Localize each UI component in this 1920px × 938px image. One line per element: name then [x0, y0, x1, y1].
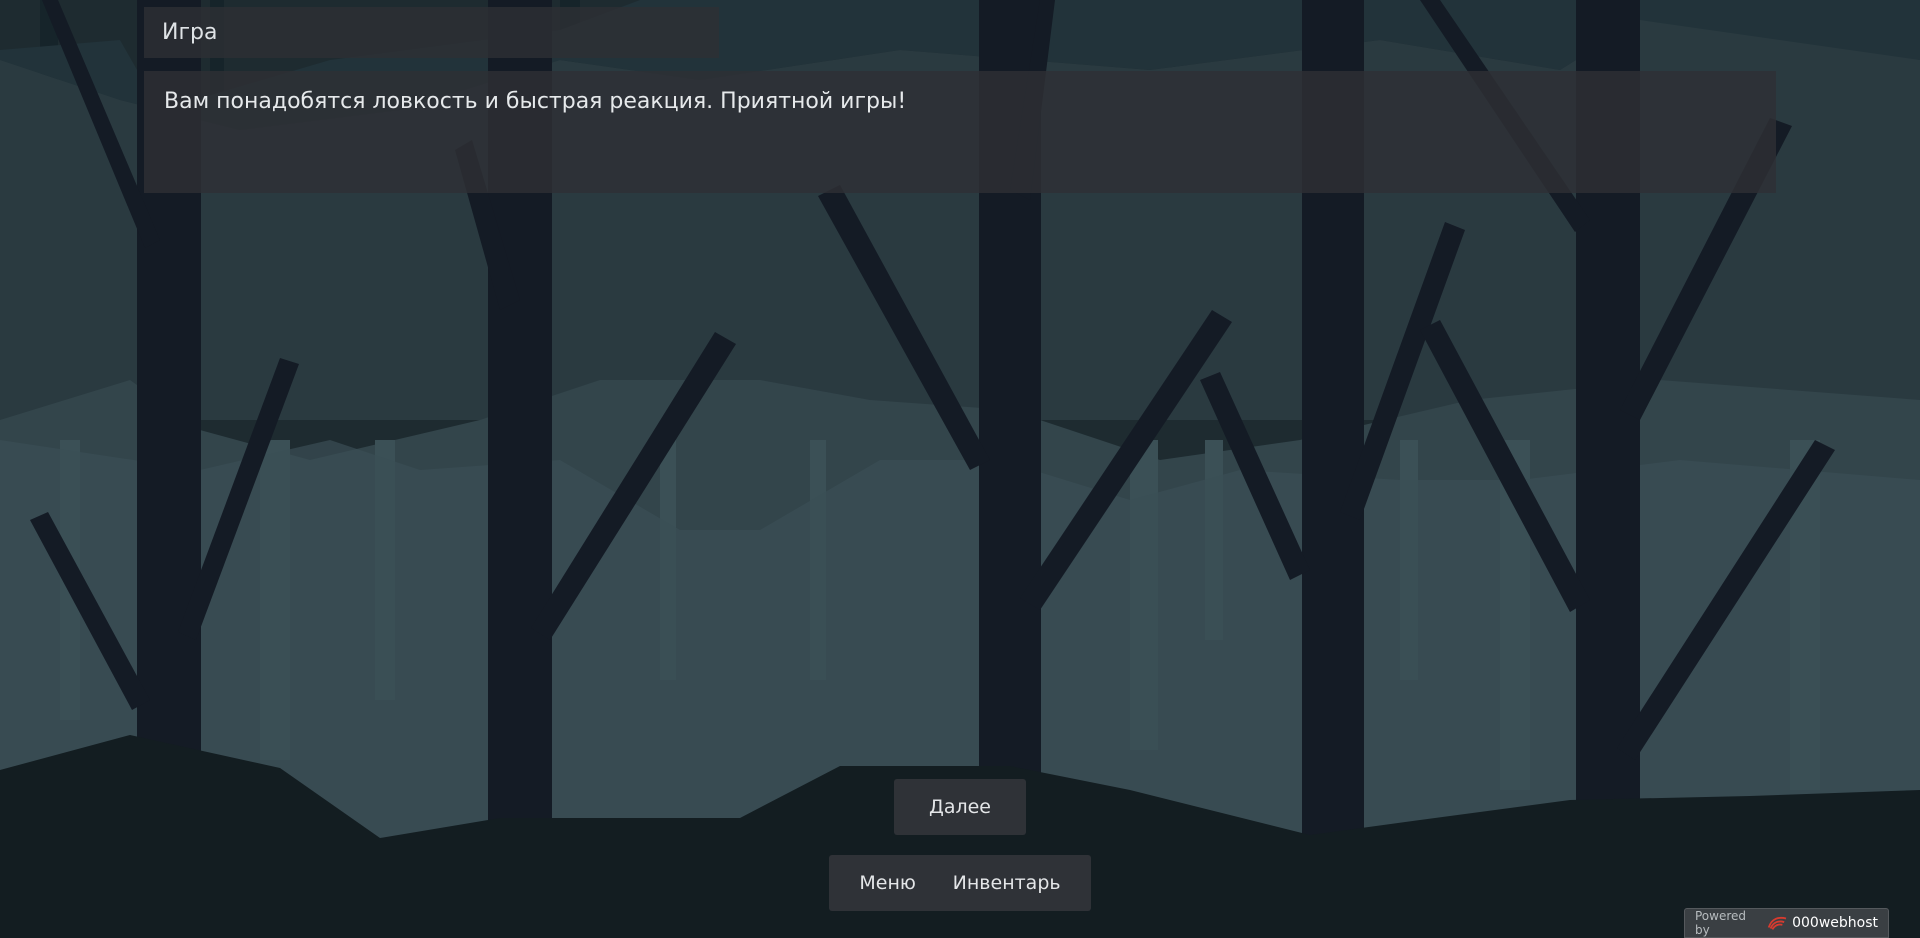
game-title-bar: Игра — [144, 7, 719, 58]
menu-button[interactable]: Меню — [859, 872, 916, 894]
webhost-brand: 000webhost — [1792, 915, 1878, 931]
inventory-button[interactable]: Инвентарь — [953, 872, 1061, 894]
webhost-logo-icon — [1768, 916, 1787, 930]
powered-by-badge[interactable]: Powered by 000webhost — [1684, 908, 1889, 938]
next-button[interactable]: Далее — [894, 779, 1026, 835]
powered-by-label: Powered by — [1695, 909, 1747, 937]
game-title: Игра — [162, 20, 218, 45]
bottom-menu-panel: Меню Инвентарь — [829, 855, 1091, 911]
dialog-box: Вам понадобятся ловкость и быстрая реакц… — [144, 71, 1776, 193]
dialog-text: Вам понадобятся ловкость и быстрая реакц… — [164, 89, 907, 114]
